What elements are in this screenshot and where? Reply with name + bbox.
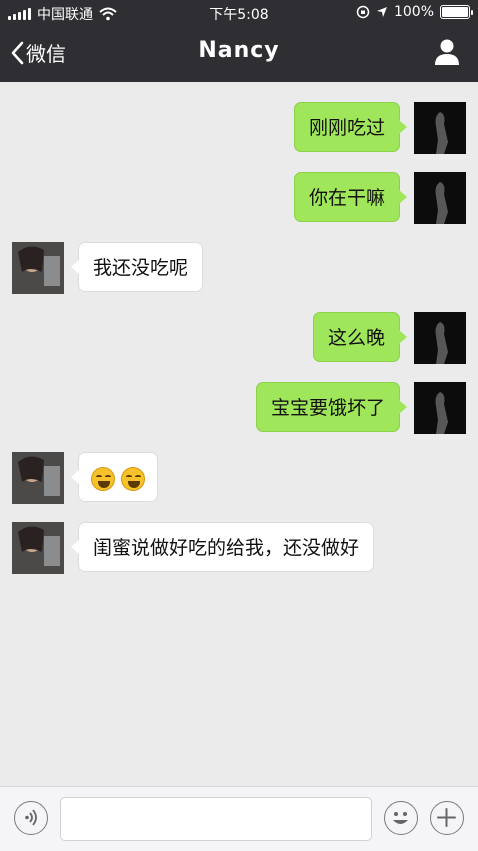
nav-bar: 微信 Nancy [0,26,478,82]
message-text: 宝宝要饿坏了 [270,397,385,419]
message-bubble-outgoing[interactable]: 刚刚吃过 [293,102,408,152]
battery-icon [440,5,473,19]
message-bubble-incoming[interactable]: 闺蜜说做好吃的给我，还没做好 [70,522,375,572]
message-text: 你在干嘛 [308,187,385,209]
my-avatar[interactable] [414,382,466,434]
contact-avatar[interactable] [12,452,64,504]
my-avatar[interactable] [414,172,466,224]
input-bar [0,786,478,851]
message-bubble-outgoing[interactable]: 宝宝要饿坏了 [255,382,408,432]
location-icon [376,7,387,17]
plus-button[interactable] [430,801,464,835]
contact-avatar[interactable] [12,522,64,574]
message-bubble-incoming[interactable]: 我还没吃呢 [70,242,204,292]
contact-avatar[interactable] [12,242,64,294]
my-avatar[interactable] [414,312,466,364]
plus-icon [437,808,456,827]
person-icon[interactable] [434,38,460,66]
voice-icon [25,809,37,826]
voice-button[interactable] [14,801,48,835]
message-text: 闺蜜说做好吃的给我，还没做好 [93,537,360,559]
message-text: 刚刚吃过 [308,117,385,139]
laughing-tears-emoji-icon [121,466,145,491]
message-bubble-outgoing[interactable]: 你在干嘛 [293,172,408,222]
message-input[interactable] [60,797,372,841]
orientation-lock-icon [356,5,370,19]
status-bar: 中国联通 下午5:08 100% [0,0,478,26]
status-right: 100% [356,4,473,20]
battery-percent: 100% [393,4,434,20]
chat-title: Nancy [198,38,280,63]
emoji-icon [393,812,408,824]
message-bubble-incoming[interactable] [71,452,158,502]
message-text: 这么晚 [327,327,385,349]
message-bubble-outgoing[interactable]: 这么晚 [312,312,408,362]
my-avatar[interactable] [414,102,466,154]
emoji-button[interactable] [384,801,418,835]
laughing-tears-emoji-icon [91,466,115,491]
message-text: 我还没吃呢 [93,257,189,279]
app-header: 中国联通 下午5:08 100% 微信 Nancy [0,0,478,82]
chat-area[interactable]: 刚刚吃过 你在干嘛 我还没吃呢 这么晚 宝宝要饿坏了 闺蜜说做好吃的给我，还没做… [0,82,478,786]
